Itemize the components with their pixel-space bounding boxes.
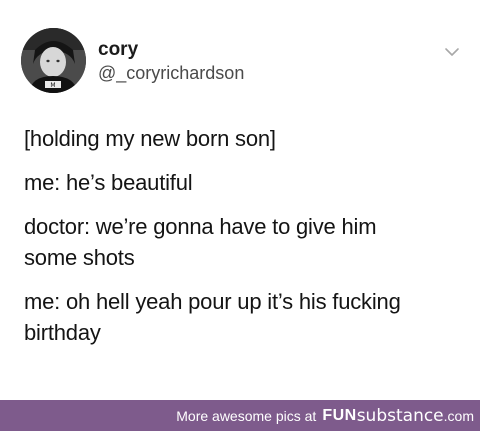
display-name[interactable]: cory <box>98 40 138 60</box>
tweet-text-line: doctor: we’re gonna have to give him <box>24 214 377 239</box>
chevron-down-icon <box>445 48 459 56</box>
tweet-paragraph: me: oh hell yeah pour up it’s his fuckin… <box>24 286 464 348</box>
user-avatar[interactable]: M <box>21 28 86 93</box>
tweet-menu-button[interactable] <box>444 45 460 57</box>
tweet-text-line: me: oh hell yeah pour up it’s his fuckin… <box>24 289 401 314</box>
tweet-text: [holding my new born son] me: he’s beauti… <box>24 123 464 361</box>
tweet-paragraph: doctor: we’re gonna have to give him some… <box>24 211 464 273</box>
tweet-text-line: birthday <box>24 320 101 345</box>
tweet-text-line: me: he’s beautiful <box>24 170 193 195</box>
user-handle[interactable]: @_coryrichardson <box>98 63 244 83</box>
tweet-text-line: some shots <box>24 245 135 270</box>
tweet-paragraph: [holding my new born son] <box>24 123 464 154</box>
brand-logo-com: .com <box>443 407 474 424</box>
brand-logo-fun: FUN <box>322 406 357 424</box>
avatar-photo-icon: M <box>21 28 86 93</box>
site-footer-banner[interactable]: More awesome pics at FUN substance .com <box>0 400 480 431</box>
tweet-text-line: [holding my new born son] <box>24 126 276 151</box>
svg-text:M: M <box>50 82 55 89</box>
tweet-card: M cory @_coryrichardson [holding my new … <box>0 0 480 400</box>
tweet-paragraph: me: he’s beautiful <box>24 167 464 198</box>
footer-promo-text: More awesome pics at <box>176 407 317 424</box>
brand-logo-substance: substance <box>356 405 444 426</box>
